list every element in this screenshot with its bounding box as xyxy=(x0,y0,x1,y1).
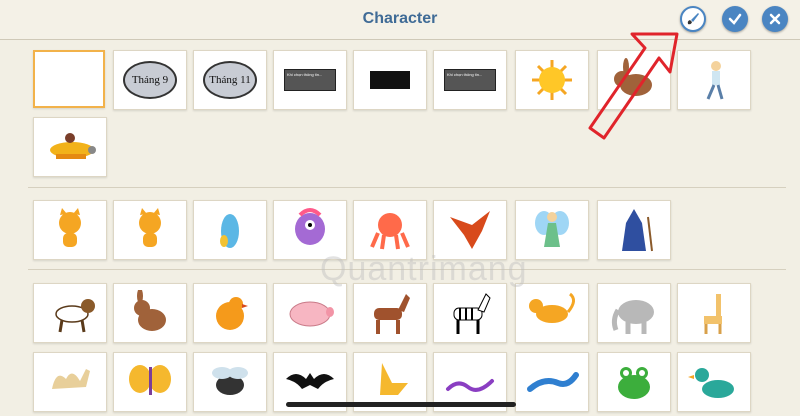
sprite-tile-giraffe[interactable] xyxy=(677,283,751,343)
screen-sprite: Khi chọn thông tin... xyxy=(444,69,496,91)
sprite-tile-screen-1[interactable]: Khi chọn thông tin... xyxy=(273,50,347,110)
wizard-icon xyxy=(622,209,653,252)
elephant-icon xyxy=(611,300,654,334)
sprite-tile-blue-creature[interactable] xyxy=(193,200,267,260)
paint-editor-button[interactable] xyxy=(680,6,706,32)
giraffe-icon xyxy=(704,294,722,334)
sprite-tile-cat-2[interactable] xyxy=(113,200,187,260)
home-indicator xyxy=(286,402,516,407)
sprite-tile-cat-1[interactable] xyxy=(33,200,107,260)
header-divider xyxy=(0,39,800,40)
sprite-tile-thang-9[interactable]: Tháng 9 xyxy=(113,50,187,110)
dragon-icon xyxy=(450,211,490,249)
bird-icon xyxy=(380,363,408,395)
black-rectangle xyxy=(370,71,410,89)
sprite-tile-duck[interactable] xyxy=(677,352,751,412)
sprite-tile-screen-2[interactable]: Khi chọn thông tin... xyxy=(433,50,507,110)
octopus-icon xyxy=(370,213,410,250)
creature-icon xyxy=(220,214,239,248)
rabbit-icon xyxy=(614,58,652,96)
sprite-tile-blank[interactable] xyxy=(33,50,105,108)
sprite-tile-sun[interactable] xyxy=(515,50,589,110)
cat-icon xyxy=(139,208,161,247)
sprite-tile-lizard[interactable] xyxy=(515,352,589,412)
sprite-label: Tháng 9 xyxy=(131,74,169,86)
fly-icon xyxy=(212,367,248,395)
pig-icon xyxy=(289,301,334,327)
dog-icon xyxy=(55,299,95,333)
sprite-tile-monkey[interactable] xyxy=(515,283,589,343)
confirm-button[interactable] xyxy=(722,6,748,32)
duck-icon xyxy=(688,368,734,398)
lizard-icon xyxy=(527,372,579,392)
sprite-tile-thang-11[interactable]: Tháng 11 xyxy=(193,50,267,110)
monster-icon xyxy=(295,208,325,245)
check-icon xyxy=(728,13,742,25)
sprite-tile-butterfly[interactable] xyxy=(113,352,187,412)
sprite-tile-camel[interactable] xyxy=(33,352,107,412)
zebra-icon xyxy=(453,293,491,334)
header-bar: Character xyxy=(0,0,800,40)
fairy-icon xyxy=(535,211,569,247)
sprite-tile-frog[interactable] xyxy=(597,352,671,412)
chick-icon xyxy=(216,297,248,330)
camel-icon xyxy=(52,369,90,389)
oval-shape: Tháng 9 xyxy=(123,61,177,99)
butterfly-icon xyxy=(129,365,171,395)
sprite-tile-rabbit-brown[interactable] xyxy=(597,50,671,110)
sprite-tile-zebra[interactable] xyxy=(433,283,507,343)
oval-shape: Tháng 11 xyxy=(203,61,257,99)
sprite-tile-black-rect[interactable] xyxy=(353,50,427,110)
frog-icon xyxy=(618,367,650,399)
sprite-tile-wizard[interactable] xyxy=(597,200,671,260)
sun-icon xyxy=(532,60,572,100)
watermark: Quantrimang xyxy=(320,250,528,288)
paintbrush-icon xyxy=(687,13,699,25)
sprite-tile-chick[interactable] xyxy=(193,283,267,343)
screen-sprite: Khi chọn thông tin... xyxy=(284,69,336,91)
snake-icon xyxy=(446,379,494,392)
airplane-icon xyxy=(50,133,96,159)
section-divider xyxy=(28,187,786,188)
sprite-tile-rabbit[interactable] xyxy=(113,283,187,343)
sprite-label: Tháng 11 xyxy=(209,74,251,86)
bat-icon xyxy=(286,373,334,389)
sprite-tile-elephant[interactable] xyxy=(597,283,671,343)
sprite-tile-plane[interactable] xyxy=(33,117,107,177)
rabbit-icon xyxy=(134,290,166,331)
sprite-tile-horse[interactable] xyxy=(353,283,427,343)
sprite-tile-pig[interactable] xyxy=(273,283,347,343)
sprite-tile-girl[interactable] xyxy=(677,50,751,110)
sprite-tile-dog[interactable] xyxy=(33,283,107,343)
close-button[interactable] xyxy=(762,6,788,32)
close-icon xyxy=(769,13,781,25)
sprite-tile-fly[interactable] xyxy=(193,352,267,412)
horse-icon xyxy=(374,294,410,334)
cat-icon xyxy=(59,208,81,247)
person-icon xyxy=(706,61,724,100)
monkey-icon xyxy=(529,292,575,323)
